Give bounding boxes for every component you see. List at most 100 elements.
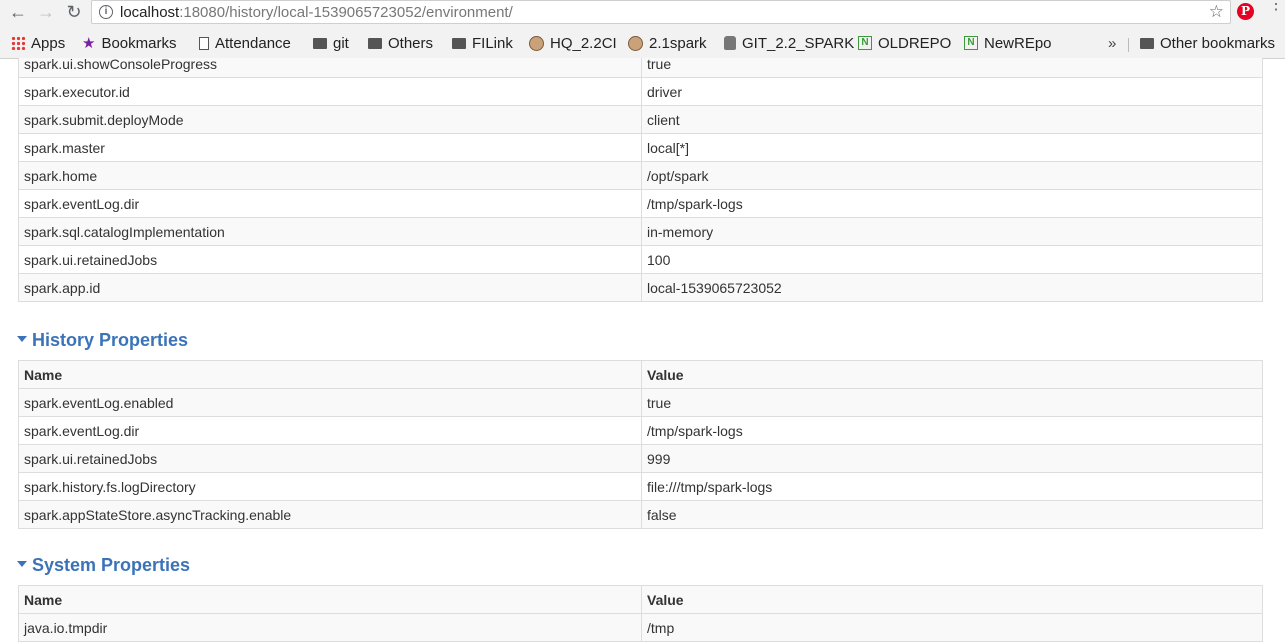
back-arrow-icon[interactable]: ← — [7, 1, 29, 23]
bookmark-hq-2-2ci[interactable]: HQ_2.2CI — [529, 34, 617, 54]
bookmark-2-1spark[interactable]: 2.1spark — [628, 34, 707, 54]
history-properties-toggle[interactable]: History Properties — [17, 330, 188, 351]
bookmark-label: NewREpo — [984, 35, 1052, 52]
bookmark-folder-git[interactable]: git — [313, 34, 349, 54]
bookmark-bookmarks[interactable]: ★ Bookmarks — [82, 34, 176, 54]
column-header-name[interactable]: Name — [18, 360, 642, 389]
property-name: spark.sql.catalogImplementation — [18, 217, 642, 246]
column-header-value[interactable]: Value — [641, 360, 1263, 389]
bookmark-label: FILink — [472, 35, 513, 52]
bookmark-label: Other bookmarks — [1160, 35, 1276, 52]
table-row: spark.home/opt/spark — [18, 161, 1263, 190]
property-name: spark.history.fs.logDirectory — [18, 472, 642, 501]
property-value: /opt/spark — [641, 161, 1263, 190]
bookmarks-bar: Apps ★ Bookmarks Attendance git Others FI… — [0, 32, 1285, 56]
bookmark-folder-filink[interactable]: FILink — [452, 34, 513, 54]
folder-icon — [368, 37, 382, 49]
bookmark-folder-others[interactable]: Others — [368, 34, 433, 54]
table-row: spark.appStateStore.asyncTracking.enable… — [18, 500, 1263, 529]
bookmark-oldrepo[interactable]: N OLDREPO — [858, 34, 951, 54]
table-row: spark.ui.showConsoleProgress true — [18, 58, 1263, 78]
git-icon — [724, 36, 736, 51]
bookmarks-overflow-chevron-icon[interactable]: » — [1108, 34, 1116, 54]
bookmark-label: OLDREPO — [878, 35, 952, 52]
bookmark-other-bookmarks[interactable]: Other bookmarks — [1140, 34, 1275, 54]
property-name: spark.eventLog.enabled — [18, 388, 642, 417]
property-value: false — [641, 500, 1263, 529]
table-row: spark.master local[*] — [18, 133, 1263, 162]
bookmark-label: git — [333, 35, 349, 52]
page-content: spark.ui.showConsoleProgress true spark.e… — [0, 58, 1285, 643]
property-value: in-memory — [641, 217, 1263, 246]
bookmark-newrepo[interactable]: N NewREpo — [964, 34, 1052, 54]
table-row: spark.eventLog.dir/tmp/spark-logs — [18, 189, 1263, 218]
table-row: spark.submit.deployMode client — [18, 105, 1263, 134]
forward-arrow-icon[interactable]: → — [35, 1, 57, 23]
property-name: spark.master — [18, 133, 642, 162]
address-bar[interactable]: i localhost:18080/history/local-15390657… — [91, 0, 1231, 24]
table-row: spark.eventLog.dir/tmp/spark-logs — [18, 416, 1263, 445]
property-value: /tmp/spark-logs — [641, 416, 1263, 445]
property-name: spark.ui.showConsoleProgress — [18, 58, 642, 78]
property-value: driver — [641, 77, 1263, 106]
url-path: :18080/history/local-1539065723052/envir… — [179, 4, 513, 21]
bookmark-apps[interactable]: Apps — [11, 34, 65, 54]
property-value: local[*] — [641, 133, 1263, 162]
jenkins-avatar-icon — [529, 35, 544, 51]
browser-menu-icon[interactable]: ⋮ — [1268, 0, 1284, 13]
property-name: spark.eventLog.dir — [18, 416, 642, 445]
collapse-arrow-icon — [17, 561, 27, 568]
info-icon[interactable]: i — [99, 5, 113, 19]
bookmark-star-icon[interactable]: ☆ — [1209, 2, 1224, 22]
nexus-icon: N — [858, 36, 872, 51]
spark-properties-table: spark.ui.showConsoleProgress true spark.e… — [18, 58, 1263, 302]
bookmark-label: Others — [388, 35, 434, 52]
table-header-row: Name Value — [18, 585, 1263, 614]
nexus-icon: N — [964, 36, 978, 51]
bookmark-label: 2.1spark — [649, 35, 707, 52]
page-icon — [199, 36, 209, 50]
bookmark-label: Bookmarks — [101, 35, 177, 52]
system-properties-toggle[interactable]: System Properties — [17, 555, 190, 576]
table-row: spark.history.fs.logDirectory file:///tmp… — [18, 472, 1263, 501]
folder-icon — [452, 37, 466, 49]
property-value: true — [641, 388, 1263, 417]
bookmark-label: GIT_2.2_SPARK — [742, 35, 855, 52]
bookmark-label: HQ_2.2CI — [550, 35, 617, 52]
property-name: java.io.tmpdir — [18, 613, 642, 642]
collapse-arrow-icon — [17, 336, 27, 343]
table-row: spark.eventLog.enabled true — [18, 388, 1263, 417]
apps-grid-icon — [11, 36, 25, 51]
star-icon: ★ — [82, 35, 96, 53]
folder-icon — [313, 37, 327, 49]
column-header-name[interactable]: Name — [18, 585, 642, 614]
section-title: History Properties — [32, 330, 189, 350]
table-row: spark.app.id local-1539065723052 — [18, 273, 1263, 302]
property-name: spark.ui.retainedJobs — [18, 444, 642, 473]
bookmark-git-2-2-spark[interactable]: GIT_2.2_SPARK — [724, 34, 854, 54]
property-value: client — [641, 105, 1263, 134]
property-value: /tmp/spark-logs — [641, 189, 1263, 218]
bookmark-label: Attendance — [215, 35, 291, 52]
property-name: spark.eventLog.dir — [18, 189, 642, 218]
property-name: spark.home — [18, 161, 642, 190]
browser-toolbar: ← → ↻ i localhost:18080/history/local-15… — [0, 0, 1285, 26]
section-title: System Properties — [32, 555, 191, 575]
property-name: spark.app.id — [18, 273, 642, 302]
property-value: 999 — [641, 444, 1263, 473]
table-header-row: Name Value — [18, 360, 1263, 389]
property-name: spark.executor.id — [18, 77, 642, 106]
reload-icon[interactable]: ↻ — [63, 1, 85, 23]
history-properties-table: Name Value spark.eventLog.enabled true spa… — [18, 360, 1263, 529]
bookmark-attendance[interactable]: Attendance — [199, 34, 291, 54]
property-name: spark.appStateStore.asyncTracking.enable — [18, 500, 642, 529]
table-row: spark.executor.id driver — [18, 77, 1263, 106]
column-header-value[interactable]: Value — [641, 585, 1263, 614]
property-value: /tmp — [641, 613, 1263, 642]
pinterest-extension-icon[interactable]: P — [1237, 3, 1254, 20]
table-row: spark.ui.retainedJobs 999 — [18, 444, 1263, 473]
property-value: local-1539065723052 — [641, 273, 1263, 302]
bookmarks-divider — [1128, 38, 1129, 52]
url-text[interactable]: localhost:18080/history/local-1539065723… — [120, 4, 513, 21]
table-row: spark.sql.catalogImplementation in-memory — [18, 217, 1263, 246]
